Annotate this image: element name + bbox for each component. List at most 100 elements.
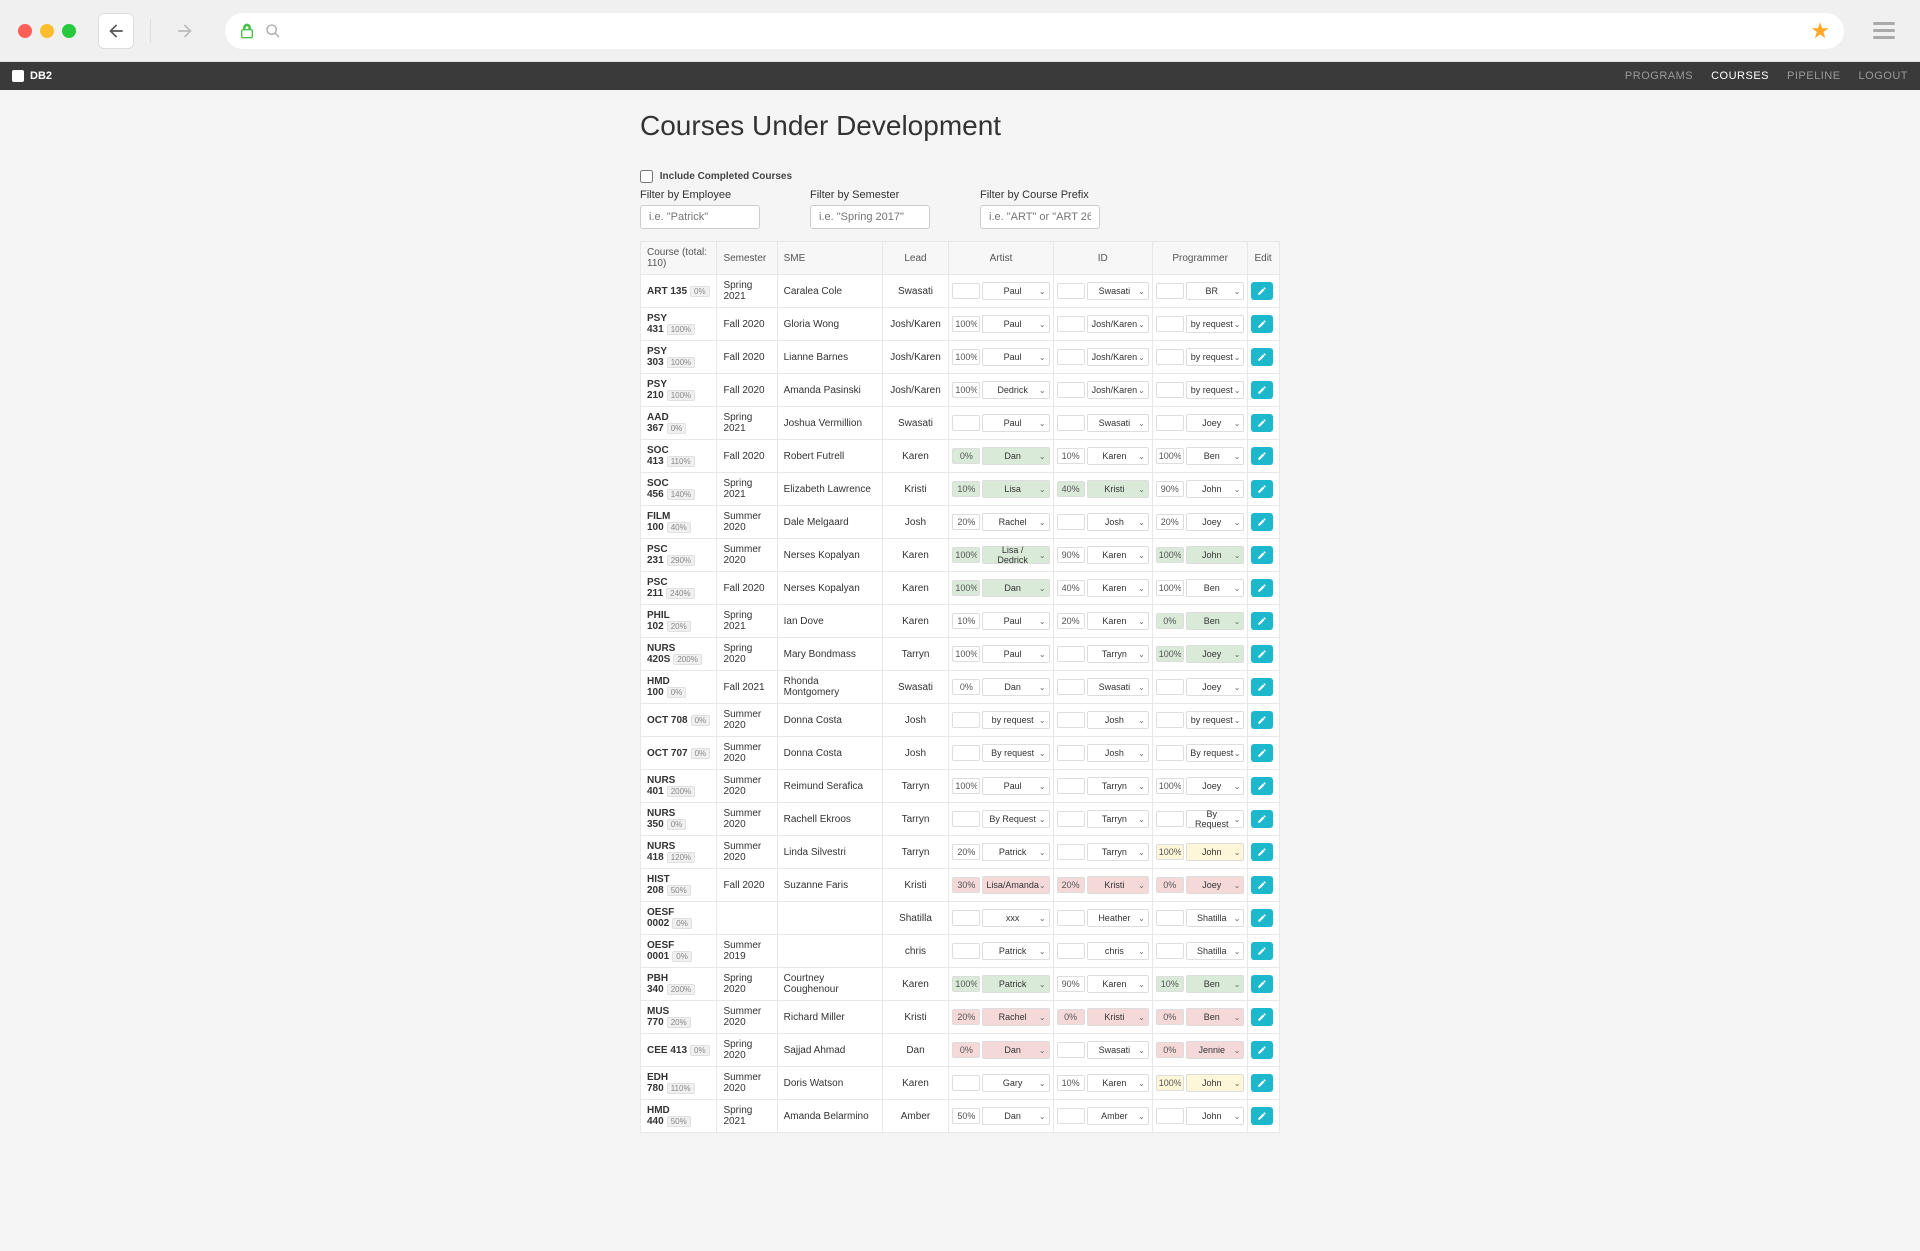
programmer-pct-input[interactable] xyxy=(1156,580,1184,596)
programmer-pct-input[interactable] xyxy=(1156,712,1184,728)
programmer-pct-input[interactable] xyxy=(1156,877,1184,893)
id-select[interactable]: Karen ⌄ xyxy=(1087,546,1149,564)
id-pct-input[interactable] xyxy=(1057,1042,1085,1058)
programmer-select[interactable]: Jennie ⌄ xyxy=(1186,1041,1245,1059)
programmer-select[interactable]: by request ⌄ xyxy=(1186,381,1245,399)
id-select[interactable]: Kristi ⌄ xyxy=(1087,1008,1149,1026)
programmer-select[interactable]: Ben ⌄ xyxy=(1186,612,1245,630)
id-pct-input[interactable] xyxy=(1057,1075,1085,1091)
id-select[interactable]: Tarryn ⌄ xyxy=(1087,645,1149,663)
edit-button[interactable] xyxy=(1251,1074,1273,1092)
programmer-pct-input[interactable] xyxy=(1156,646,1184,662)
artist-select[interactable]: Gary ⌄ xyxy=(982,1074,1049,1092)
id-select[interactable]: Swasati ⌄ xyxy=(1087,414,1149,432)
programmer-select[interactable]: John ⌄ xyxy=(1186,843,1245,861)
programmer-select[interactable]: Ben ⌄ xyxy=(1186,579,1245,597)
programmer-pct-input[interactable] xyxy=(1156,316,1184,332)
programmer-pct-input[interactable] xyxy=(1156,745,1184,761)
artist-select[interactable]: Paul ⌄ xyxy=(982,645,1049,663)
id-select[interactable]: Heather ⌄ xyxy=(1087,909,1149,927)
artist-select[interactable]: xxx ⌄ xyxy=(982,909,1049,927)
edit-button[interactable] xyxy=(1251,447,1273,465)
programmer-select[interactable]: Shatilla ⌄ xyxy=(1186,942,1245,960)
id-pct-input[interactable] xyxy=(1057,349,1085,365)
id-select[interactable]: Swasati ⌄ xyxy=(1087,678,1149,696)
artist-select[interactable]: By request ⌄ xyxy=(982,744,1049,762)
programmer-select[interactable]: Joey ⌄ xyxy=(1186,513,1245,531)
id-select[interactable]: Josh/Karen ⌄ xyxy=(1087,315,1149,333)
artist-pct-input[interactable] xyxy=(952,943,980,959)
edit-button[interactable] xyxy=(1251,579,1273,597)
window-close-icon[interactable] xyxy=(18,24,32,38)
artist-select[interactable]: Rachel ⌄ xyxy=(982,1008,1049,1026)
id-select[interactable]: Karen ⌄ xyxy=(1087,447,1149,465)
programmer-select[interactable]: John ⌄ xyxy=(1186,1074,1245,1092)
artist-select[interactable]: Dan ⌄ xyxy=(982,678,1049,696)
artist-select[interactable]: Paul ⌄ xyxy=(982,348,1049,366)
id-pct-input[interactable] xyxy=(1057,481,1085,497)
programmer-select[interactable]: Joey ⌄ xyxy=(1186,876,1245,894)
artist-select[interactable]: Dan ⌄ xyxy=(982,447,1049,465)
programmer-select[interactable]: Joey ⌄ xyxy=(1186,777,1245,795)
id-pct-input[interactable] xyxy=(1057,679,1085,695)
id-pct-input[interactable] xyxy=(1057,316,1085,332)
th-semester[interactable]: Semester xyxy=(717,242,777,275)
edit-button[interactable] xyxy=(1251,1041,1273,1059)
edit-button[interactable] xyxy=(1251,1008,1273,1026)
artist-pct-input[interactable] xyxy=(952,877,980,893)
artist-pct-input[interactable] xyxy=(952,448,980,464)
filter-prefix-input[interactable] xyxy=(980,205,1100,229)
artist-select[interactable]: Patrick ⌄ xyxy=(982,942,1049,960)
artist-pct-input[interactable] xyxy=(952,1108,980,1124)
programmer-select[interactable]: Ben ⌄ xyxy=(1186,447,1245,465)
th-lead[interactable]: Lead xyxy=(882,242,949,275)
programmer-select[interactable]: By Request ⌄ xyxy=(1186,810,1245,828)
programmer-select[interactable]: John ⌄ xyxy=(1186,546,1245,564)
artist-pct-input[interactable] xyxy=(952,976,980,992)
edit-button[interactable] xyxy=(1251,744,1273,762)
id-select[interactable]: Karen ⌄ xyxy=(1087,1074,1149,1092)
edit-button[interactable] xyxy=(1251,546,1273,564)
id-pct-input[interactable] xyxy=(1057,976,1085,992)
artist-pct-input[interactable] xyxy=(952,514,980,530)
artist-pct-input[interactable] xyxy=(952,613,980,629)
brand[interactable]: DB2 xyxy=(12,70,52,82)
id-pct-input[interactable] xyxy=(1057,844,1085,860)
artist-pct-input[interactable] xyxy=(952,778,980,794)
programmer-select[interactable]: Joey ⌄ xyxy=(1186,414,1245,432)
programmer-select[interactable]: John ⌄ xyxy=(1186,480,1245,498)
th-programmer[interactable]: Programmer xyxy=(1152,242,1248,275)
programmer-pct-input[interactable] xyxy=(1156,811,1184,827)
artist-pct-input[interactable] xyxy=(952,349,980,365)
programmer-select[interactable]: Ben ⌄ xyxy=(1186,1008,1245,1026)
programmer-pct-input[interactable] xyxy=(1156,1108,1184,1124)
edit-button[interactable] xyxy=(1251,612,1273,630)
edit-button[interactable] xyxy=(1251,1107,1273,1125)
id-pct-input[interactable] xyxy=(1057,745,1085,761)
programmer-select[interactable]: By request ⌄ xyxy=(1186,744,1245,762)
programmer-pct-input[interactable] xyxy=(1156,1042,1184,1058)
edit-button[interactable] xyxy=(1251,777,1273,795)
artist-select[interactable]: Paul ⌄ xyxy=(982,315,1049,333)
artist-select[interactable]: Dan ⌄ xyxy=(982,1107,1049,1125)
programmer-pct-input[interactable] xyxy=(1156,415,1184,431)
artist-select[interactable]: Dan ⌄ xyxy=(982,1041,1049,1059)
artist-select[interactable]: Lisa/Amanda ⌄ xyxy=(982,876,1049,894)
artist-pct-input[interactable] xyxy=(952,646,980,662)
artist-select[interactable]: Lisa / Dedrick ⌄ xyxy=(982,546,1049,564)
artist-pct-input[interactable] xyxy=(952,844,980,860)
edit-button[interactable] xyxy=(1251,480,1273,498)
id-pct-input[interactable] xyxy=(1057,1009,1085,1025)
id-pct-input[interactable] xyxy=(1057,514,1085,530)
artist-pct-input[interactable] xyxy=(952,712,980,728)
artist-select[interactable]: Patrick ⌄ xyxy=(982,843,1049,861)
id-select[interactable]: Amber ⌄ xyxy=(1087,1107,1149,1125)
artist-pct-input[interactable] xyxy=(952,745,980,761)
artist-select[interactable]: By Request ⌄ xyxy=(982,810,1049,828)
edit-button[interactable] xyxy=(1251,975,1273,993)
artist-pct-input[interactable] xyxy=(952,547,980,563)
artist-select[interactable]: Paul ⌄ xyxy=(982,414,1049,432)
forward-button[interactable] xyxy=(167,13,203,49)
artist-select[interactable]: by request ⌄ xyxy=(982,711,1049,729)
programmer-pct-input[interactable] xyxy=(1156,481,1184,497)
